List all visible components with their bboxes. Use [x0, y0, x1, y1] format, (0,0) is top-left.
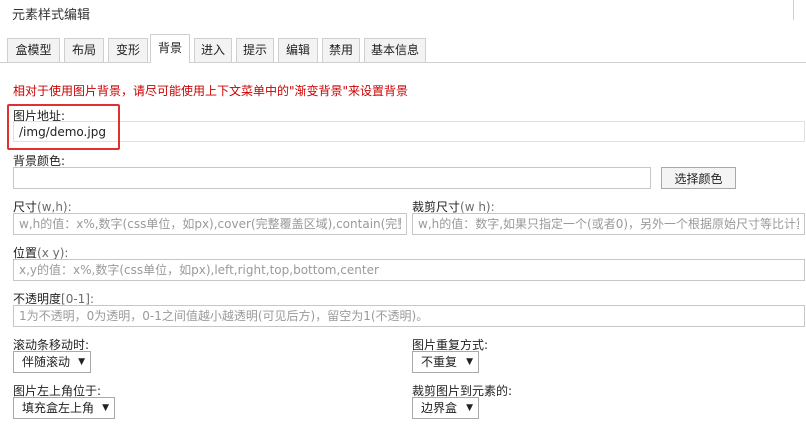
tab-tooltip[interactable]: 提示 [236, 38, 274, 62]
tab-background[interactable]: 背景 [150, 34, 190, 63]
tab-box-model[interactable]: 盒模型 [7, 38, 60, 62]
position-input[interactable] [13, 259, 805, 281]
tab-transform[interactable]: 变形 [108, 38, 148, 62]
crop-size-label-unit: (w h): [460, 200, 495, 214]
choose-color-button[interactable]: 选择颜色 [661, 167, 736, 189]
tab-disable[interactable]: 禁用 [322, 38, 360, 62]
opacity-label-unit: [0-1]: [61, 292, 95, 306]
scroll-select[interactable]: 伴随滚动 ▼ [13, 351, 91, 373]
opacity-label-text: 不透明度 [13, 292, 62, 306]
chevron-down-icon: ▼ [78, 357, 85, 367]
tab-basic-info[interactable]: 基本信息 [364, 38, 426, 62]
origin-select[interactable]: 填充盒左上角 ▼ [13, 397, 115, 419]
clip-select[interactable]: 边界盒 ▼ [412, 397, 479, 419]
opacity-input[interactable] [13, 305, 805, 327]
size-input[interactable] [13, 213, 407, 235]
position-label-unit: (x y): [37, 246, 69, 260]
window-titlebar: 元素样式编辑 [0, 0, 806, 28]
chevron-down-icon: ▼ [466, 403, 473, 413]
window-close-edge[interactable] [793, 0, 806, 20]
background-hint-text: 相对于使用图片背景，请尽可能使用上下文菜单中的"渐变背景"来设置背景 [13, 84, 409, 98]
crop-size-label-text: 裁剪尺寸 [412, 200, 461, 214]
tab-bar-divider [0, 62, 806, 63]
origin-select-value: 填充盒左上角 [22, 401, 95, 415]
window-title: 元素样式编辑 [12, 8, 91, 23]
chevron-down-icon: ▼ [102, 403, 109, 413]
chevron-down-icon: ▼ [466, 357, 473, 367]
tab-layout[interactable]: 布局 [64, 38, 104, 62]
tab-enter[interactable]: 进入 [194, 38, 232, 62]
size-label-text: 尺寸 [13, 200, 38, 214]
position-label-text: 位置 [13, 246, 38, 260]
scroll-select-value: 伴随滚动 [22, 355, 71, 369]
bg-color-input[interactable] [13, 167, 651, 189]
crop-size-input[interactable] [412, 213, 805, 235]
size-label-unit: (w,h): [37, 200, 72, 214]
image-url-input[interactable] [13, 121, 805, 142]
tab-edit[interactable]: 编辑 [278, 38, 318, 62]
clip-select-value: 边界盒 [421, 401, 458, 415]
repeat-select[interactable]: 不重复 ▼ [412, 351, 479, 373]
repeat-select-value: 不重复 [421, 355, 458, 369]
